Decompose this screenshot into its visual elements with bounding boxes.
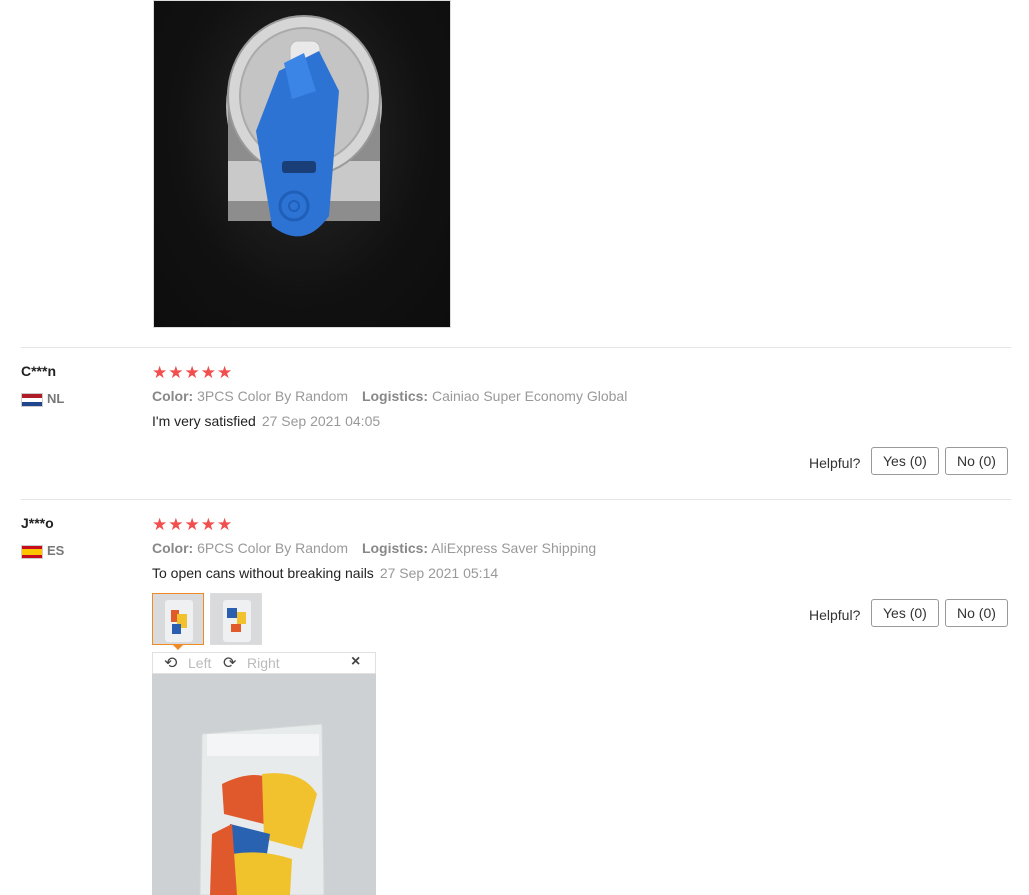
review-text: To open cans without breaking nails <box>152 565 374 581</box>
review-date: 27 Sep 2021 04:05 <box>261 413 381 429</box>
review-body: To open cans without breaking nails 27 Se… <box>152 565 498 583</box>
enlarged-review-image[interactable] <box>152 674 376 895</box>
helpful-label: Helpful? <box>809 607 861 623</box>
reviewer-country: NL <box>21 391 64 407</box>
color-label: Color: <box>152 388 194 404</box>
helpful-label: Helpful? <box>809 455 861 471</box>
star-rating: ★★★★★ <box>152 363 234 382</box>
logistics-value: Cainiao Super Economy Global <box>431 388 628 404</box>
helpful-yes-button[interactable]: Yes (0) <box>871 599 939 627</box>
helpful-no-button[interactable]: No (0) <box>945 599 1008 627</box>
reviewer-country: ES <box>21 543 64 559</box>
review-thumbnail[interactable] <box>210 593 262 645</box>
review-divider <box>21 347 1011 348</box>
flag-nl-icon <box>21 392 43 407</box>
star-rating: ★★★★★ <box>152 515 234 534</box>
active-thumbnail-pointer <box>172 644 184 650</box>
helpful-no-button[interactable]: No (0) <box>945 447 1008 475</box>
review-photo[interactable] <box>153 0 451 328</box>
review-body: I'm very satisfied 27 Sep 2021 04:05 <box>152 413 380 431</box>
rotate-right-icon[interactable]: ⟳ <box>223 653 236 673</box>
rotate-left-label[interactable]: Left <box>188 655 211 671</box>
rotate-left-icon[interactable]: ⟲ <box>164 653 177 673</box>
color-label: Color: <box>152 540 194 556</box>
logistics-label: Logistics: <box>361 540 429 556</box>
reviewer-name: J***o <box>21 515 54 531</box>
review-meta: Color: 6PCS Color By Random Logistics: A… <box>152 540 596 556</box>
review-divider <box>21 499 1011 500</box>
review-text: I'm very satisfied <box>152 413 256 429</box>
color-value: 6PCS Color By Random <box>197 540 349 556</box>
close-icon[interactable]: × <box>351 653 360 671</box>
helpful-yes-button[interactable]: Yes (0) <box>871 447 939 475</box>
review-date: 27 Sep 2021 05:14 <box>379 565 499 581</box>
rotate-right-label[interactable]: Right <box>247 655 280 671</box>
logistics-label: Logistics: <box>361 388 429 404</box>
logistics-value: AliExpress Saver Shipping <box>431 540 597 556</box>
review-meta: Color: 3PCS Color By Random Logistics: C… <box>152 388 627 404</box>
color-value: 3PCS Color By Random <box>197 388 349 404</box>
image-viewer-toolbar: ⟲ Left ⟳ Right × <box>152 652 376 674</box>
flag-es-icon <box>21 544 43 559</box>
review-thumbnail[interactable] <box>152 593 204 645</box>
country-code: ES <box>47 543 65 558</box>
country-code: NL <box>47 391 65 406</box>
reviewer-name: C***n <box>21 363 57 379</box>
